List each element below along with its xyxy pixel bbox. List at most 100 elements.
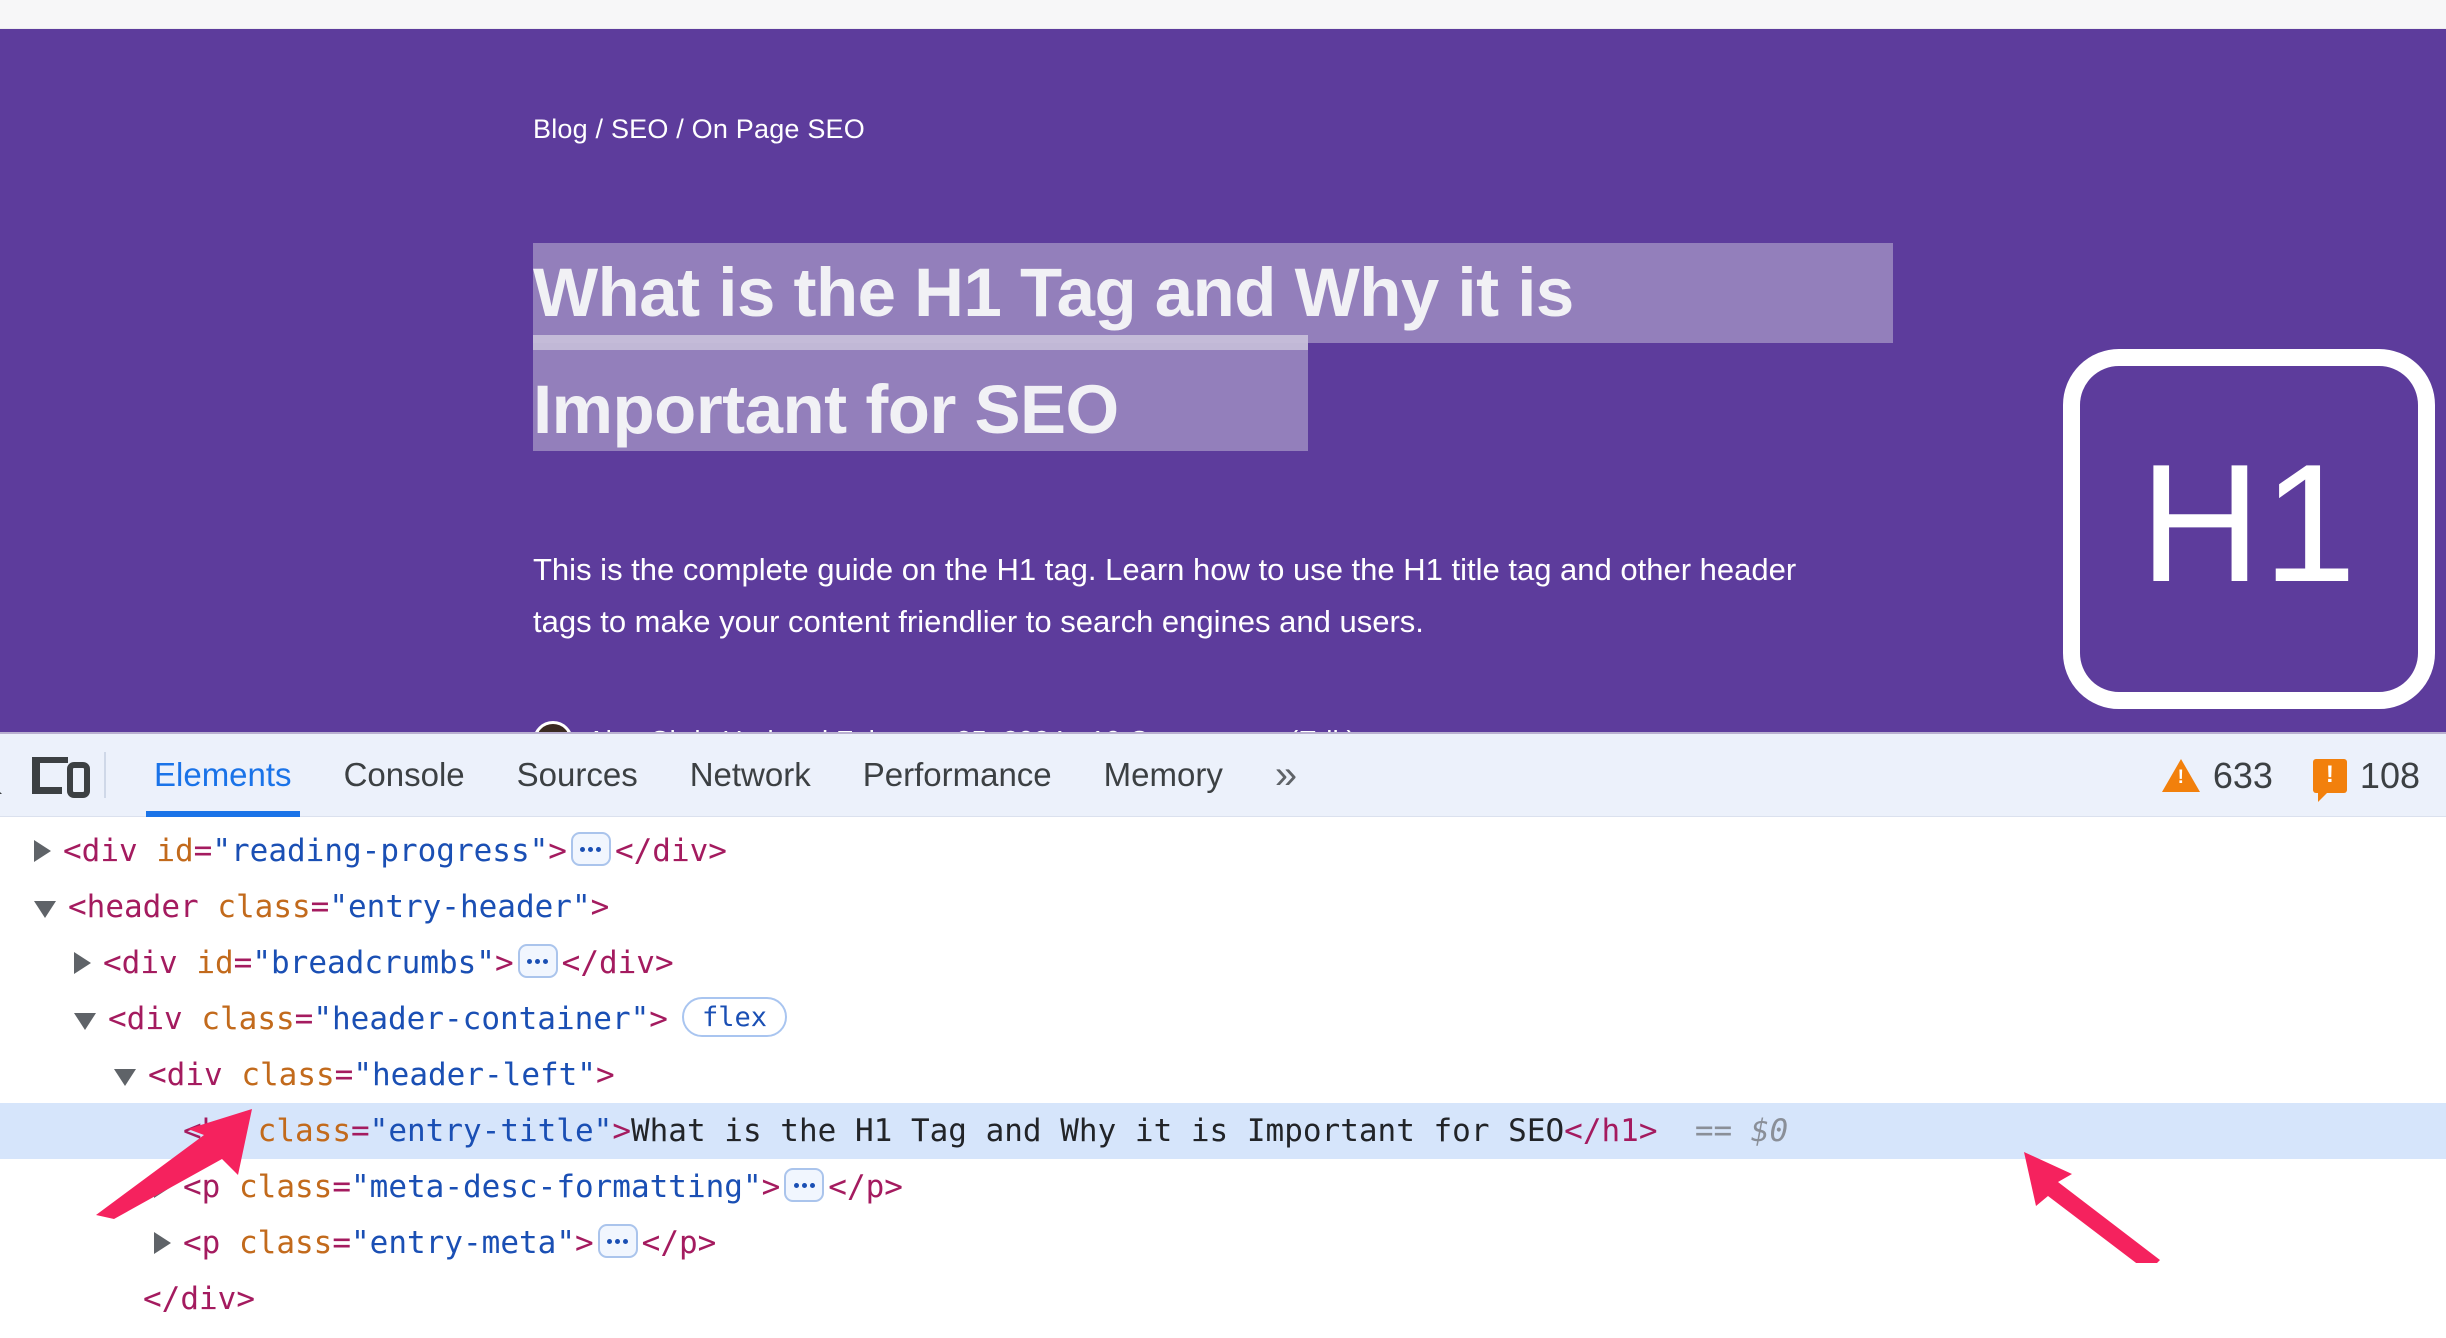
collapsed-children-icon[interactable] <box>517 944 558 978</box>
avatar <box>533 721 573 732</box>
devtools-status-counts: 633 ! 108 <box>2161 734 2420 817</box>
dom-token-tag: h1 <box>201 1113 239 1149</box>
dom-token-punct: > <box>548 833 567 869</box>
dom-token-space <box>223 1057 242 1093</box>
warning-count-group[interactable]: 633 <box>2161 754 2273 797</box>
dom-token-space <box>138 833 157 869</box>
tab-elements[interactable]: Elements <box>128 734 318 817</box>
dom-token-punct: </div> <box>614 833 727 869</box>
dom-token-dim: $0 <box>1750 1113 1789 1149</box>
dom-row-selected[interactable]: < h1 class = "entry-title" > What is the H1 T… <box>0 1103 2446 1159</box>
dom-token-punct: > <box>494 945 514 981</box>
dom-token-space <box>220 1225 239 1261</box>
expand-arrow-open-icon[interactable] <box>114 1068 136 1086</box>
dom-token-punct: = <box>334 1057 354 1093</box>
dom-token-punct: = <box>351 1113 370 1149</box>
issue-count-group[interactable]: ! 108 <box>2312 754 2420 802</box>
dom-token-val: "entry-title" <box>369 1113 613 1149</box>
dom-row[interactable]: </div> <box>0 1271 2446 1327</box>
dom-token-attr: class <box>241 1057 335 1093</box>
device-toolbar-icon[interactable] <box>28 749 90 801</box>
dom-token-punct: < <box>68 889 87 925</box>
expand-arrow-closed-icon[interactable] <box>154 1176 171 1198</box>
dom-token-punct: > <box>649 1001 668 1037</box>
dom-token-punct: = <box>193 833 213 869</box>
issue-count: 108 <box>2359 754 2420 796</box>
collapsed-children-icon[interactable] <box>570 832 611 866</box>
dom-token-attr: id <box>196 945 234 981</box>
collapsed-children-icon[interactable] <box>784 1168 825 1202</box>
devtools-tabbar: Elements Console Sources Network Performance… <box>0 734 2446 817</box>
dom-token-tag: header <box>86 889 199 925</box>
dom-row[interactable]: < div id = "breadcrumbs" > </div> <box>0 935 2446 991</box>
tab-label: Console <box>343 756 465 793</box>
toolbar-divider <box>104 752 106 798</box>
tab-memory[interactable]: Memory <box>1078 734 1249 817</box>
tab-performance[interactable]: Performance <box>837 734 1078 817</box>
dom-token-punct: </p> <box>641 1225 717 1261</box>
dom-row[interactable]: < div class = "header-left" > <box>0 1047 2446 1103</box>
dom-tree[interactable]: < div id = "reading-progress" > </div> < header… <box>0 817 2446 1338</box>
warning-count: 633 <box>2212 754 2273 796</box>
dom-row[interactable]: < p class = "entry-meta" > </p> <box>0 1215 2446 1271</box>
dom-row[interactable]: < div id = "reading-progress" > </div> <box>0 823 2446 879</box>
dom-row[interactable]: < p class = "meta-desc-formatting" > </p> <box>0 1159 2446 1215</box>
h1-badge-label: H1 <box>2139 429 2359 617</box>
dom-token-val: "breadcrumbs" <box>252 945 495 981</box>
tab-console[interactable]: Console <box>318 734 491 817</box>
dom-token-space <box>178 945 197 981</box>
dom-token-space <box>239 1113 258 1149</box>
dom-token-punct: < <box>183 1225 202 1261</box>
dom-token-punct: </div> <box>561 945 674 981</box>
hero-content: Blog / SEO / On Page SEO What is the H1 … <box>533 29 1983 732</box>
dom-token-punct: > <box>612 1113 631 1149</box>
dom-token-text: What is the H1 Tag and Why it is Importa… <box>630 1113 1565 1149</box>
dom-token-tag: div <box>166 1057 223 1093</box>
tab-label: Memory <box>1103 756 1223 793</box>
inspect-element-icon[interactable] <box>0 749 16 801</box>
dom-token-punct: = <box>294 1001 314 1037</box>
dom-token-punct: < <box>183 1113 202 1149</box>
dom-token-punct: = <box>310 889 330 925</box>
flex-badge[interactable]: flex <box>681 997 787 1037</box>
expand-arrow-closed-icon[interactable] <box>154 1232 171 1254</box>
expand-arrow-closed-icon[interactable] <box>74 952 91 974</box>
dom-token-punct: > <box>574 1225 594 1261</box>
dom-token-tag: p <box>201 1169 221 1205</box>
issue-message-icon: ! <box>2312 758 2347 802</box>
tab-label: Elements <box>154 756 292 793</box>
dom-token-attr: class <box>217 889 311 925</box>
dom-row[interactable]: < header class = "entry-header" > <box>0 879 2446 935</box>
issue-glyph: ! <box>2325 760 2334 788</box>
article-hero: Blog / SEO / On Page SEO What is the H1 … <box>0 29 2446 732</box>
dom-token-punct: < <box>63 833 82 869</box>
breadcrumb[interactable]: Blog / SEO / On Page SEO <box>533 114 865 145</box>
screenshot-root: Blog / SEO / On Page SEO What is the H1 … <box>0 0 2446 1338</box>
dom-token-space <box>1732 1113 1751 1149</box>
dom-token-punct: = <box>233 945 253 981</box>
dom-token-attr: class <box>201 1001 295 1037</box>
dom-token-punct: < <box>108 1001 127 1037</box>
devtools-toolbar-icons <box>0 734 128 817</box>
dom-token-punct: < <box>183 1169 202 1205</box>
dom-token-attr: class <box>239 1169 333 1205</box>
more-tabs-button[interactable]: » <box>1249 734 1317 817</box>
tab-label: Network <box>689 756 811 793</box>
expand-arrow-open-icon[interactable] <box>74 1012 96 1030</box>
dom-token-val: "header-container" <box>313 1001 650 1037</box>
page-title: What is the H1 Tag and Why it is Importa… <box>533 254 1574 448</box>
tab-network[interactable]: Network <box>664 734 837 817</box>
collapsed-children-icon[interactable] <box>597 1224 638 1258</box>
dom-token-attr: id <box>156 833 194 869</box>
dom-token-val: "entry-header" <box>329 889 591 925</box>
dom-row[interactable]: < div class = "header-container" > flex <box>0 991 2446 1047</box>
devtools-tabs: Elements Console Sources Network Performance… <box>128 734 1249 817</box>
dom-token-attr: class <box>257 1113 351 1149</box>
browser-top-strip <box>0 0 2446 29</box>
entry-meta-text: Alex Chris Updated February 25, 2024 · 1… <box>587 725 1356 732</box>
tab-label: Performance <box>862 756 1052 793</box>
expand-arrow-open-icon[interactable] <box>34 900 56 918</box>
dom-token-tag: div <box>121 945 178 981</box>
tab-sources[interactable]: Sources <box>491 734 664 817</box>
expand-arrow-closed-icon[interactable] <box>34 840 51 862</box>
